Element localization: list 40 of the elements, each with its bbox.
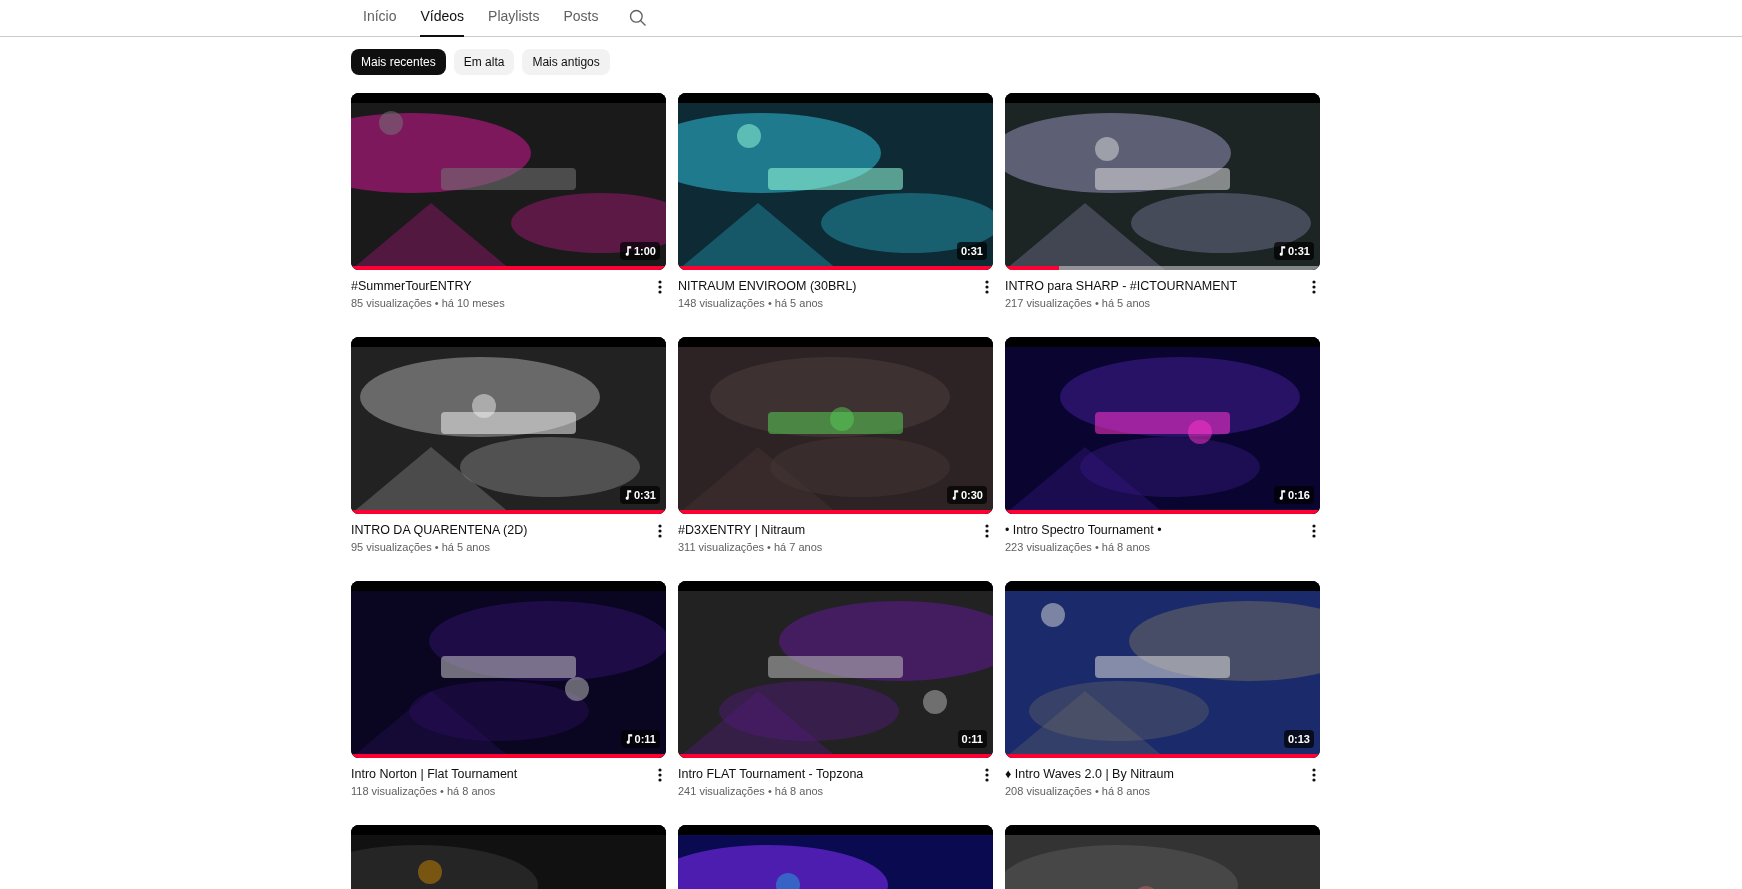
more-options-icon[interactable] — [985, 524, 989, 538]
tab[interactable]: Vídeos — [420, 6, 465, 37]
video-meta: 118 visualizações • há 8 anos — [351, 784, 497, 799]
video-title: INTRO DA QUARENTENA (2D) — [351, 522, 528, 539]
music-note-icon — [623, 489, 632, 500]
filter-chip[interactable]: Mais antigos — [522, 49, 610, 75]
more-options-icon[interactable] — [1312, 524, 1316, 538]
video-title: Intro Norton | Flat Tournament — [351, 766, 518, 783]
tab[interactable]: Início — [363, 6, 397, 37]
music-note-icon — [1277, 245, 1286, 256]
more-options-icon[interactable] — [658, 524, 662, 538]
video-meta: 223 visualizações • há 8 anos — [1005, 540, 1152, 555]
video-meta: 208 visualizações • há 8 anos — [1005, 784, 1152, 799]
music-note-icon — [623, 245, 632, 256]
video-meta: 311 visualizações • há 7 anos — [678, 540, 823, 555]
tab[interactable]: Posts — [563, 6, 599, 37]
more-options-icon[interactable] — [1312, 768, 1316, 782]
more-options-icon[interactable] — [658, 280, 662, 294]
more-options-icon[interactable] — [985, 280, 989, 294]
more-options-icon[interactable] — [1312, 280, 1316, 294]
video-title: Intro FLAT Tournament - Topzona — [678, 766, 864, 783]
music-note-icon — [1277, 489, 1286, 500]
music-note-icon — [624, 733, 633, 744]
video-meta: 85 visualizações • há 10 meses — [351, 296, 505, 311]
video-title: • Intro Spectro Tournament • — [1005, 522, 1162, 539]
video-title: #SummerTourENTRY — [351, 278, 473, 295]
video-meta: 95 visualizações • há 5 anos — [351, 540, 491, 555]
video-meta: 217 visualizações • há 5 anos — [1005, 296, 1152, 311]
video-meta: 241 visualizações • há 8 anos — [678, 784, 825, 799]
video-title: #D3XENTRY | Nitraum — [678, 522, 807, 539]
video-meta: 148 visualizações • há 5 anos — [678, 296, 825, 311]
more-options-icon[interactable] — [985, 768, 989, 782]
more-options-icon[interactable] — [658, 768, 662, 782]
video-title: INTRO para SHARP - #ICTOURNAMENT — [1005, 278, 1238, 295]
video-title: ♦ Intro Waves 2.0 | By Nitraum — [1005, 766, 1174, 783]
music-note-icon — [950, 489, 959, 500]
filter-chip[interactable]: Em alta — [453, 49, 515, 75]
video-title: NITRAUM ENVIROOM (30BRL) — [678, 278, 857, 295]
tab[interactable]: Playlists — [488, 6, 540, 37]
filter-chip[interactable]: Mais recentes — [351, 49, 446, 75]
